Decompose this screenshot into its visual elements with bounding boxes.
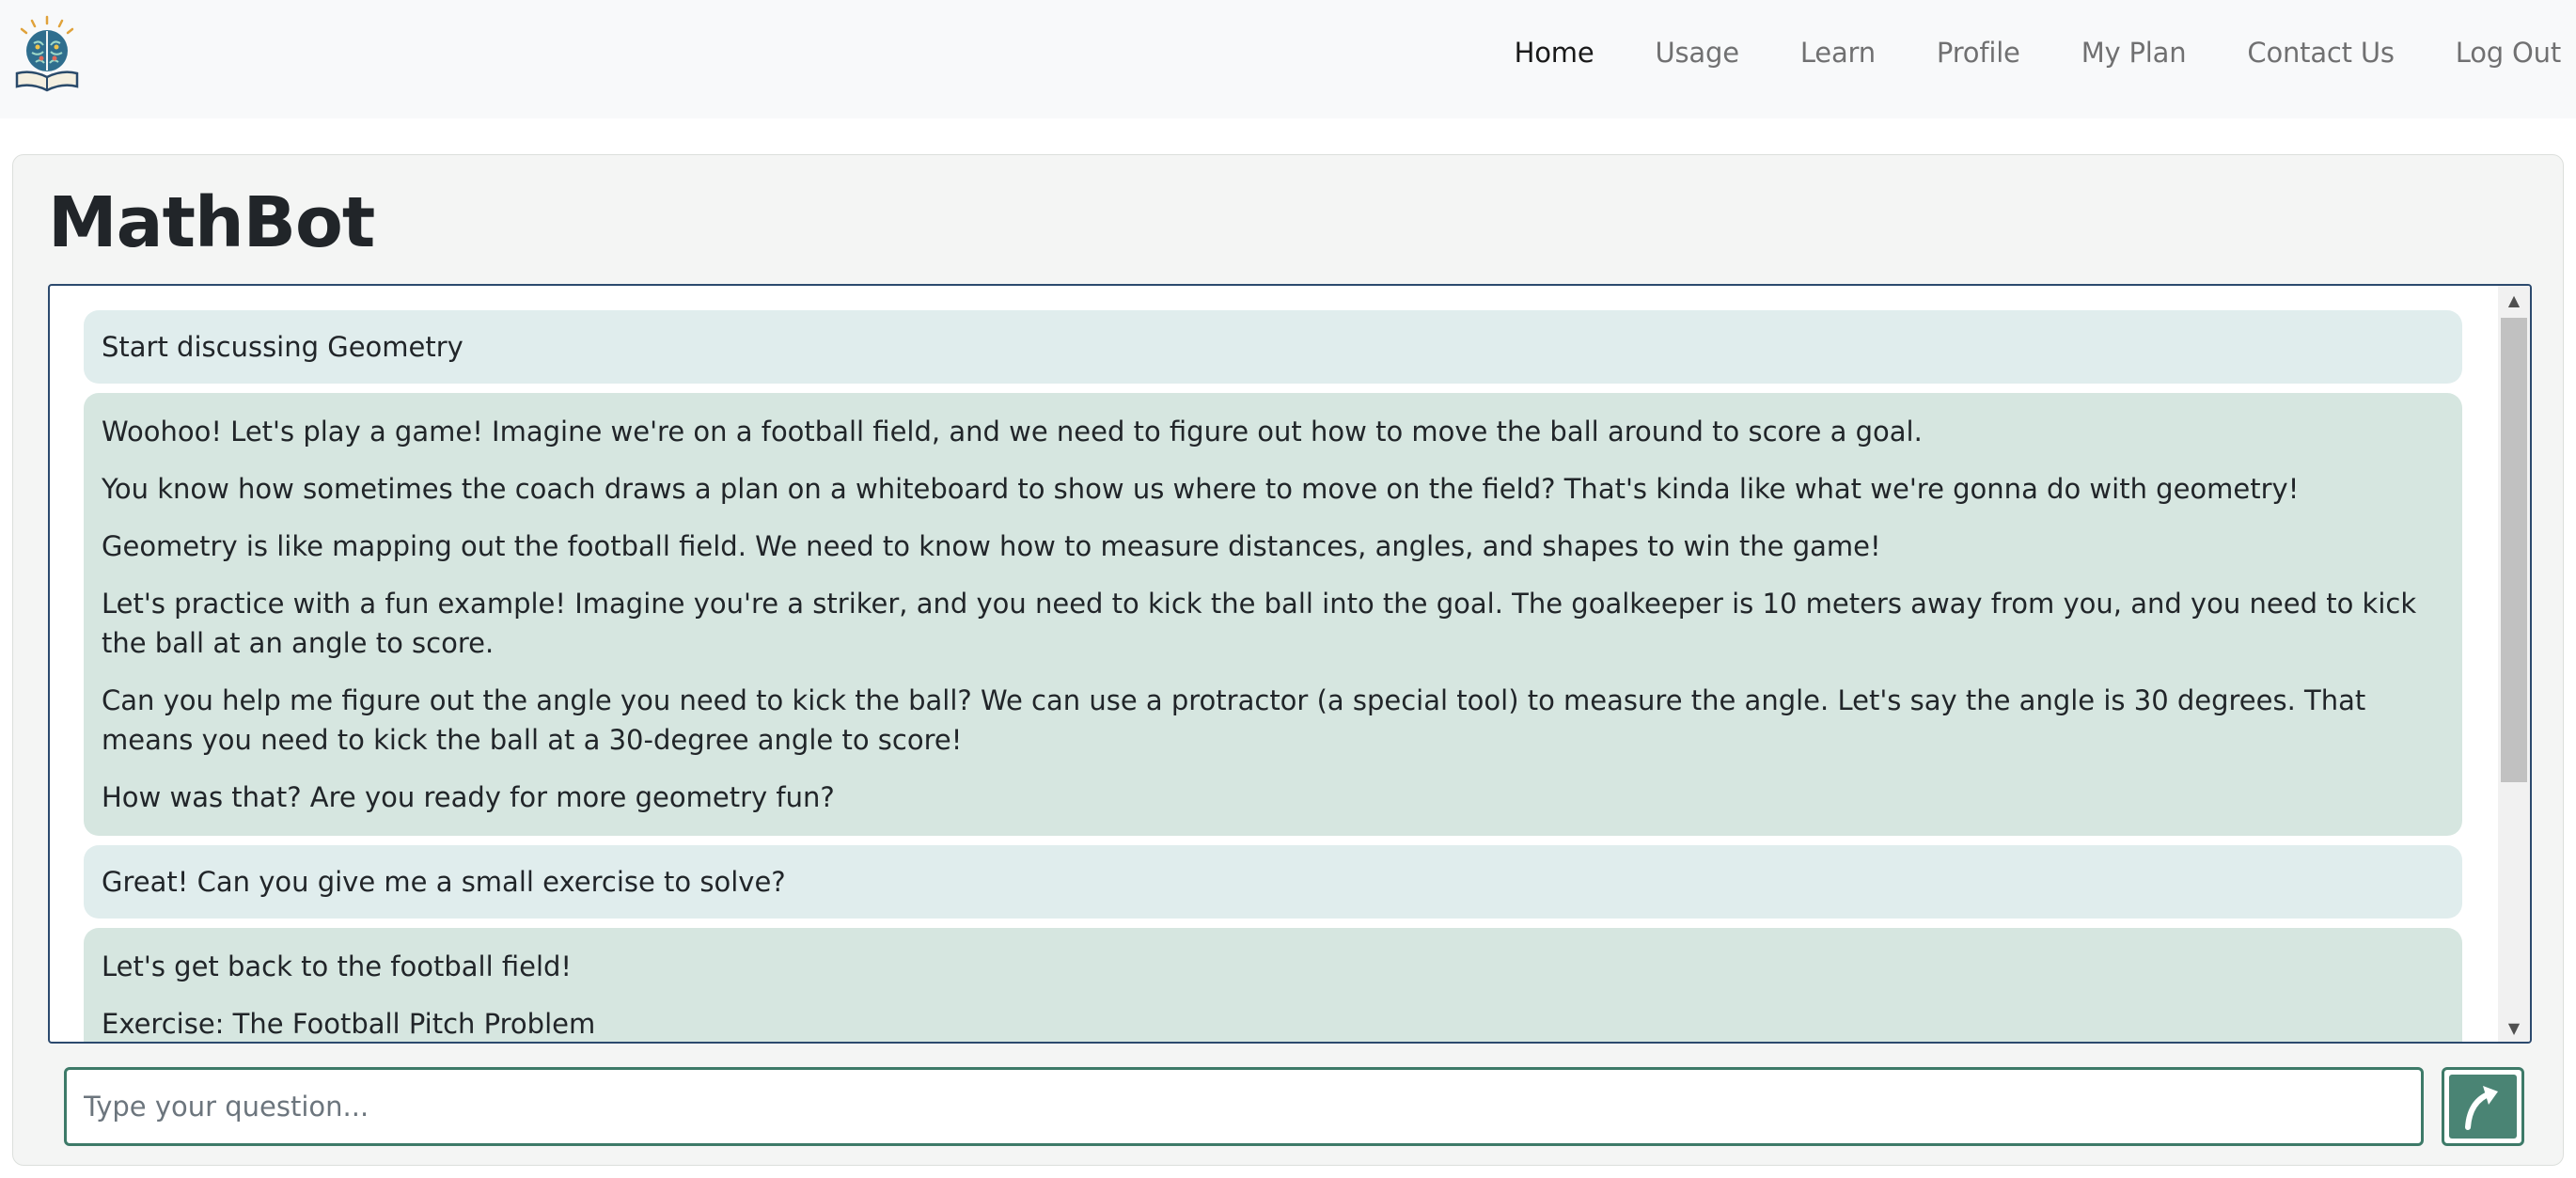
scroll-up-arrow-icon[interactable]: ▲ (2498, 286, 2530, 314)
nav-links: Home Usage Learn Profile My Plan Contact… (1453, 0, 2576, 105)
message-text: You know how sometimes the coach draws a… (102, 473, 2300, 505)
message-text: Woohoo! Let's play a game! Imagine we're… (102, 416, 1923, 448)
message-text: Can you help me figure out the angle you… (102, 684, 2366, 756)
chat-messages: Start discussing Geometry Woohoo! Let's … (50, 286, 2498, 1042)
message-text: How was that? Are you ready for more geo… (102, 781, 835, 813)
message-text: Let's practice with a fun example! Imagi… (102, 588, 2417, 659)
nav-my-plan-link[interactable]: My Plan (2081, 39, 2187, 67)
nav-usage-link[interactable]: Usage (1656, 39, 1740, 67)
top-navbar: Home Usage Learn Profile My Plan Contact… (0, 0, 2576, 118)
nav-profile-link[interactable]: Profile (1937, 39, 2020, 67)
message-text: Start discussing Geometry (102, 331, 463, 363)
message-text: Great! Can you give me a small exercise … (102, 866, 786, 898)
page-title: MathBot (48, 182, 375, 263)
scroll-thumb[interactable] (2501, 318, 2527, 782)
bot-message: Let's get back to the football field! Ex… (84, 928, 2462, 1042)
nav-log-out-link[interactable]: Log Out (2456, 39, 2561, 67)
question-input[interactable] (64, 1067, 2424, 1146)
nav-home-link[interactable]: Home (1515, 39, 1594, 67)
message-text: Let's get back to the football field! (102, 950, 573, 982)
send-button[interactable] (2442, 1067, 2524, 1146)
message-text: Exercise: The Football Pitch Problem (102, 1008, 596, 1040)
brain-book-logo-icon[interactable] (13, 15, 81, 92)
nav-learn-link[interactable]: Learn (1800, 39, 1876, 67)
chat-scrollbar[interactable]: ▲ ▼ (2498, 286, 2530, 1042)
nav-contact-us-link[interactable]: Contact Us (2247, 39, 2395, 67)
message-text: Geometry is like mapping out the footbal… (102, 530, 1881, 562)
user-message: Great! Can you give me a small exercise … (84, 845, 2462, 919)
curved-arrow-up-icon (2449, 1075, 2517, 1139)
scroll-down-arrow-icon[interactable]: ▼ (2498, 1013, 2530, 1042)
user-message: Start discussing Geometry (84, 310, 2462, 384)
bot-message: Woohoo! Let's play a game! Imagine we're… (84, 393, 2462, 836)
chat-history[interactable]: Start discussing Geometry Woohoo! Let's … (48, 284, 2532, 1044)
